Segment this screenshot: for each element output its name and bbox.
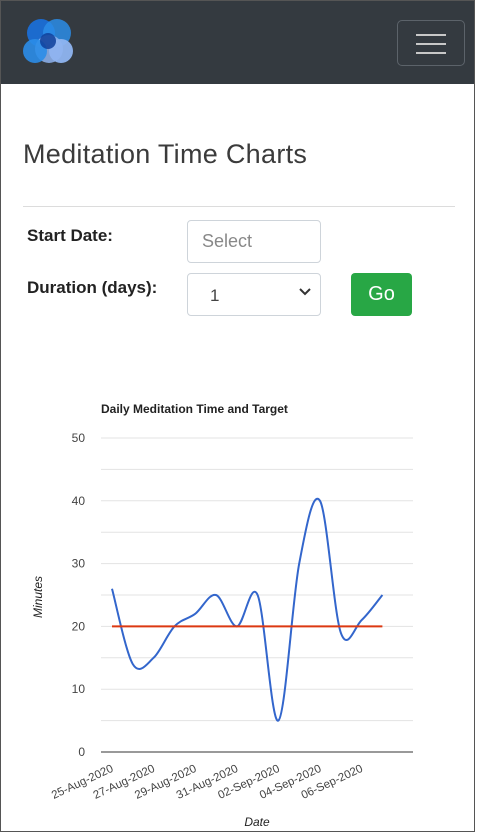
divider	[23, 206, 455, 207]
data-point	[215, 594, 217, 596]
start-date-input[interactable]	[187, 220, 321, 263]
hamburger-line-icon	[416, 34, 446, 36]
page-title: Meditation Time Charts	[23, 139, 308, 169]
data-point	[319, 625, 321, 627]
navbar	[1, 1, 474, 84]
data-point	[132, 663, 134, 665]
y-tick-label: 10	[72, 682, 86, 696]
data-point	[215, 625, 217, 627]
data-point	[257, 594, 259, 596]
data-point	[257, 625, 259, 627]
data-point	[298, 625, 300, 627]
y-tick-label: 50	[72, 431, 86, 445]
x-axis-label: Date	[244, 815, 270, 829]
data-point	[381, 594, 383, 596]
data-point	[173, 625, 175, 627]
hamburger-line-icon	[416, 52, 446, 54]
chart-title: Daily Meditation Time and Target	[101, 402, 288, 416]
data-point	[298, 563, 300, 565]
overlapping-circles-logo-icon[interactable]	[21, 17, 81, 69]
data-point	[153, 625, 155, 627]
data-point	[236, 625, 238, 627]
data-point	[132, 625, 134, 627]
duration-value: 1	[210, 286, 220, 305]
hamburger-menu-button[interactable]	[397, 20, 465, 66]
data-point	[153, 657, 155, 659]
data-point	[340, 625, 342, 627]
y-tick-label: 40	[72, 494, 86, 508]
y-axis-label: Minutes	[31, 576, 45, 618]
duration-label: Duration (days):	[27, 278, 158, 297]
data-point	[194, 613, 196, 615]
data-point	[111, 588, 113, 590]
y-tick-label: 30	[72, 557, 86, 571]
data-point	[361, 625, 363, 627]
data-point	[340, 632, 342, 634]
chevron-down-icon	[299, 288, 311, 296]
y-tick-label: 0	[78, 745, 85, 759]
start-date-label: Start Date:	[27, 226, 113, 245]
app-frame: Meditation Time Charts Start Date: Durat…	[0, 0, 475, 832]
hamburger-line-icon	[416, 43, 446, 45]
data-point	[111, 625, 113, 627]
meditation-chart: 01020304050 25-Aug-202027-Aug-202029-Aug…	[31, 402, 413, 829]
data-point	[277, 625, 279, 627]
data-point	[194, 625, 196, 627]
go-button[interactable]: Go	[351, 273, 412, 316]
data-point	[277, 720, 279, 722]
data-point	[381, 625, 383, 627]
data-point	[319, 500, 321, 502]
duration-select[interactable]: 1	[187, 273, 321, 316]
y-tick-label: 20	[72, 619, 86, 633]
data-point	[361, 619, 363, 621]
